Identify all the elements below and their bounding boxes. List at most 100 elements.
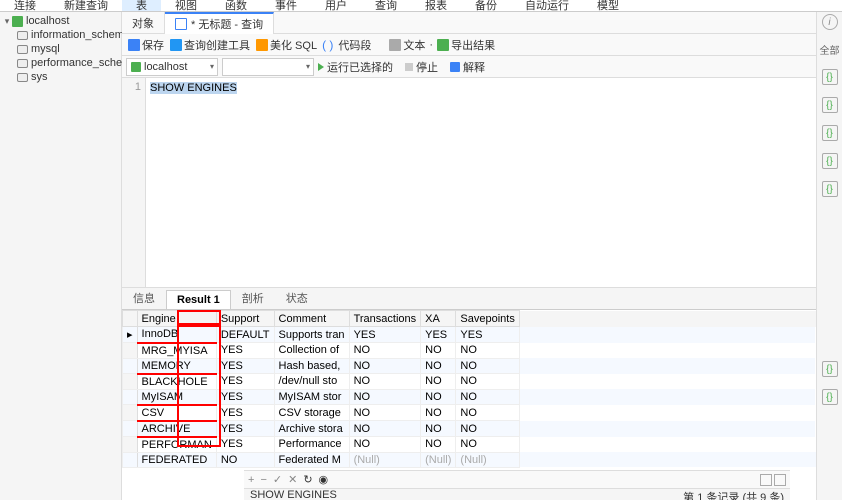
table-cell[interactable]: NO xyxy=(456,405,519,421)
menu-item[interactable]: 连接 xyxy=(0,0,50,11)
menu-item[interactable]: 表 xyxy=(122,0,161,11)
snippet-icon[interactable]: {} xyxy=(822,97,838,113)
snippet-icon[interactable]: {} xyxy=(822,361,838,377)
code-area[interactable]: SHOW ENGINES xyxy=(146,78,816,287)
explain-button[interactable]: 解释 xyxy=(450,59,485,75)
export-button[interactable]: 导出结果 xyxy=(435,37,497,53)
table-cell[interactable]: NO xyxy=(349,389,421,405)
menu-item[interactable]: 新建查询 xyxy=(50,0,122,11)
table-cell[interactable]: /dev/null sto xyxy=(274,374,349,390)
table-cell[interactable]: NO xyxy=(456,437,519,453)
table-cell[interactable]: NO xyxy=(421,437,456,453)
table-cell[interactable]: YES xyxy=(216,405,274,421)
table-cell[interactable]: NO xyxy=(421,405,456,421)
table-cell[interactable]: YES xyxy=(456,327,519,343)
table-cell[interactable]: MRG_MYISA xyxy=(137,343,216,359)
table-cell[interactable]: NO xyxy=(421,343,456,359)
delete-row-button[interactable]: − xyxy=(260,474,266,486)
table-cell[interactable]: NO xyxy=(349,374,421,390)
result-tab-status[interactable]: 状态 xyxy=(275,286,319,309)
col-header[interactable]: Engine xyxy=(137,311,216,327)
run-button[interactable]: 运行已选择的 xyxy=(318,59,393,75)
table-cell[interactable]: NO xyxy=(421,374,456,390)
table-cell[interactable]: MyISAM stor xyxy=(274,389,349,405)
info-icon[interactable]: i xyxy=(822,14,838,30)
table-cell[interactable]: YES xyxy=(216,358,274,374)
table-row[interactable]: CSVYESCSV storageNONONO xyxy=(123,405,816,421)
snippet-icon[interactable]: {} xyxy=(822,153,838,169)
col-header[interactable]: Support xyxy=(216,311,274,327)
col-header[interactable]: Comment xyxy=(274,311,349,327)
connection-select[interactable]: localhost ▾ xyxy=(126,58,218,76)
menu-item[interactable]: 查询 xyxy=(361,0,411,11)
refresh-button[interactable]: ↻ xyxy=(303,473,312,486)
text-button[interactable]: 文本 xyxy=(387,37,427,53)
table-cell[interactable]: YES xyxy=(421,327,456,343)
save-button[interactable]: 保存 xyxy=(126,37,166,53)
tree-db-item[interactable]: sys xyxy=(0,70,121,84)
snippet-icon[interactable]: {} xyxy=(822,69,838,85)
tree-db-item[interactable]: performance_schema xyxy=(0,56,121,70)
table-cell[interactable]: MEMORY xyxy=(137,358,216,374)
table-row[interactable]: BLACKHOLEYES/dev/null stoNONONO xyxy=(123,374,816,390)
add-row-button[interactable]: + xyxy=(248,474,254,486)
table-cell[interactable]: (Null) xyxy=(421,452,456,467)
table-cell[interactable]: NO xyxy=(421,358,456,374)
menu-item[interactable]: 函数 xyxy=(211,0,261,11)
result-tab-result1[interactable]: Result 1 xyxy=(166,290,231,309)
table-cell[interactable]: NO xyxy=(349,343,421,359)
table-cell[interactable]: NO xyxy=(456,343,519,359)
table-row[interactable]: ▸InnoDBDEFAULTSupports tranYESYESYES xyxy=(123,327,816,343)
table-cell[interactable]: YES xyxy=(216,437,274,453)
table-cell[interactable]: InnoDB xyxy=(137,327,216,343)
table-cell[interactable]: Hash based, xyxy=(274,358,349,374)
commit-button[interactable]: ✓ xyxy=(273,473,282,486)
table-cell[interactable]: (Null) xyxy=(349,452,421,467)
table-cell[interactable]: NO xyxy=(349,437,421,453)
snippet-icon[interactable]: {} xyxy=(822,181,838,197)
table-cell[interactable]: FEDERATED xyxy=(137,452,216,467)
table-cell[interactable]: ARCHIVE xyxy=(137,421,216,437)
table-cell[interactable]: YES xyxy=(216,343,274,359)
tree-db-item[interactable]: mysql xyxy=(0,42,121,56)
snippet-icon[interactable]: {} xyxy=(822,389,838,405)
cancel-button[interactable]: ✕ xyxy=(288,473,297,486)
table-cell[interactable]: PERFORMAN xyxy=(137,437,216,453)
table-cell[interactable]: NO xyxy=(349,421,421,437)
database-select[interactable]: ▾ xyxy=(222,58,314,76)
table-row[interactable]: MEMORYYESHash based,NONONO xyxy=(123,358,816,374)
col-header[interactable]: Savepoints xyxy=(456,311,519,327)
table-cell[interactable]: Federated M xyxy=(274,452,349,467)
table-cell[interactable]: NO xyxy=(349,405,421,421)
table-cell[interactable]: YES xyxy=(216,389,274,405)
query-builder-button[interactable]: 查询创建工具 xyxy=(168,37,252,53)
table-cell[interactable]: NO xyxy=(216,452,274,467)
table-cell[interactable]: (Null) xyxy=(456,452,519,467)
table-cell[interactable]: YES xyxy=(216,374,274,390)
table-cell[interactable]: NO xyxy=(456,374,519,390)
table-cell[interactable]: CSV xyxy=(137,405,216,421)
sql-editor[interactable]: 1 SHOW ENGINES xyxy=(122,78,816,288)
result-tab-profile[interactable]: 剖析 xyxy=(231,286,275,309)
table-cell[interactable]: NO xyxy=(421,389,456,405)
tab-objects[interactable]: 对象 xyxy=(122,12,165,34)
table-cell[interactable]: Supports tran xyxy=(274,327,349,343)
table-cell[interactable]: Archive stora xyxy=(274,421,349,437)
result-tab-info[interactable]: 信息 xyxy=(122,286,166,309)
table-row[interactable]: MRG_MYISAYESCollection ofNONONO xyxy=(123,343,816,359)
col-header[interactable]: Transactions xyxy=(349,311,421,327)
table-row[interactable]: MyISAMYESMyISAM storNONONO xyxy=(123,389,816,405)
table-cell[interactable]: DEFAULT xyxy=(216,327,274,343)
col-header[interactable]: XA xyxy=(421,311,456,327)
table-cell[interactable]: NO xyxy=(421,421,456,437)
menu-item[interactable]: 用户 xyxy=(311,0,361,11)
table-cell[interactable]: NO xyxy=(456,389,519,405)
tree-connection-root[interactable]: ▾ localhost xyxy=(0,14,121,28)
menu-item[interactable]: 事件 xyxy=(261,0,311,11)
tree-db-item[interactable]: information_schema xyxy=(0,28,121,42)
stop-refresh-button[interactable]: ◉ xyxy=(319,473,329,486)
table-cell[interactable]: NO xyxy=(456,358,519,374)
table-row[interactable]: ARCHIVEYESArchive storaNONONO xyxy=(123,421,816,437)
expand-icon[interactable]: ▾ xyxy=(2,16,12,27)
menu-item[interactable]: 模型 xyxy=(583,0,633,11)
